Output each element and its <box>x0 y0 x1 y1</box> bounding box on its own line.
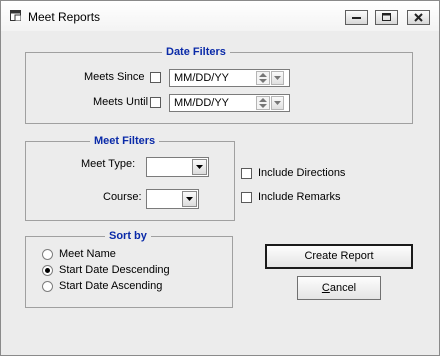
meets-since-dropdown-button[interactable] <box>271 71 284 85</box>
report-window-icon <box>10 10 21 21</box>
spin-updown-icon[interactable] <box>256 96 270 110</box>
chevron-down-icon <box>274 101 281 105</box>
include-directions-label[interactable]: Include Directions <box>258 167 345 180</box>
sort-meet-name-radio[interactable] <box>42 249 53 260</box>
meet-filters-group: Meet Filters Meet Type: Course: <box>25 134 235 221</box>
close-button[interactable] <box>407 10 430 25</box>
meets-until-date-value: MM/DD/YY <box>174 97 229 109</box>
meets-until-date-field[interactable]: MM/DD/YY <box>169 94 290 112</box>
course-select[interactable] <box>146 189 199 209</box>
cancel-button[interactable]: Cancel <box>297 276 381 300</box>
meet-filters-legend: Meet Filters <box>90 134 160 148</box>
meets-since-label: Meets Since <box>84 71 145 83</box>
title-bar[interactable]: Meet Reports <box>1 1 439 31</box>
meet-type-label: Meet Type: <box>81 158 136 170</box>
create-report-button[interactable]: Create Report <box>265 244 413 269</box>
sort-start-date-descending-label[interactable]: Start Date Descending <box>59 264 170 277</box>
date-filters-group: Date Filters Meets Since MM/DD/YY Meets … <box>25 45 413 124</box>
meets-since-checkbox[interactable] <box>150 72 161 83</box>
sort-meet-name-label[interactable]: Meet Name <box>59 248 116 261</box>
course-dropdown-button[interactable] <box>182 191 197 207</box>
cancel-label: Cancel <box>321 282 357 294</box>
radio-selected-dot <box>45 268 50 273</box>
minimize-button[interactable] <box>345 10 368 25</box>
chevron-down-icon <box>186 197 193 201</box>
meets-since-date-value: MM/DD/YY <box>174 72 229 84</box>
sort-by-group: Sort by Meet Name Start Date Descending … <box>25 229 233 308</box>
sort-start-date-ascending-radio[interactable] <box>42 281 53 292</box>
sort-start-date-ascending-label[interactable]: Start Date Ascending <box>59 280 162 293</box>
include-directions-checkbox[interactable] <box>241 168 252 179</box>
close-icon <box>414 13 423 22</box>
course-label: Course: <box>103 191 142 203</box>
minimize-icon <box>352 17 361 19</box>
date-filters-legend: Date Filters <box>162 45 230 59</box>
maximize-icon <box>382 13 391 21</box>
dialog-body: Date Filters Meets Since MM/DD/YY Meets … <box>5 31 435 351</box>
chevron-down-icon <box>196 165 203 169</box>
meets-until-checkbox[interactable] <box>150 97 161 108</box>
meets-until-label: Meets Until <box>93 96 149 108</box>
meet-type-select[interactable] <box>146 157 209 177</box>
include-remarks-label[interactable]: Include Remarks <box>258 191 341 204</box>
meet-type-dropdown-button[interactable] <box>192 159 207 175</box>
create-report-label: Create Report <box>304 250 374 262</box>
sort-start-date-descending-radio[interactable] <box>42 265 53 276</box>
window-title: Meet Reports <box>28 10 101 24</box>
meets-since-date-field[interactable]: MM/DD/YY <box>169 69 290 87</box>
chevron-down-icon <box>274 76 281 80</box>
include-remarks-checkbox[interactable] <box>241 192 252 203</box>
spin-updown-icon[interactable] <box>256 71 270 85</box>
meet-reports-window: Meet Reports Date Filters Meets Since MM… <box>0 0 440 356</box>
meets-until-dropdown-button[interactable] <box>271 96 284 110</box>
maximize-button[interactable] <box>375 10 398 25</box>
sort-by-legend: Sort by <box>105 229 151 243</box>
